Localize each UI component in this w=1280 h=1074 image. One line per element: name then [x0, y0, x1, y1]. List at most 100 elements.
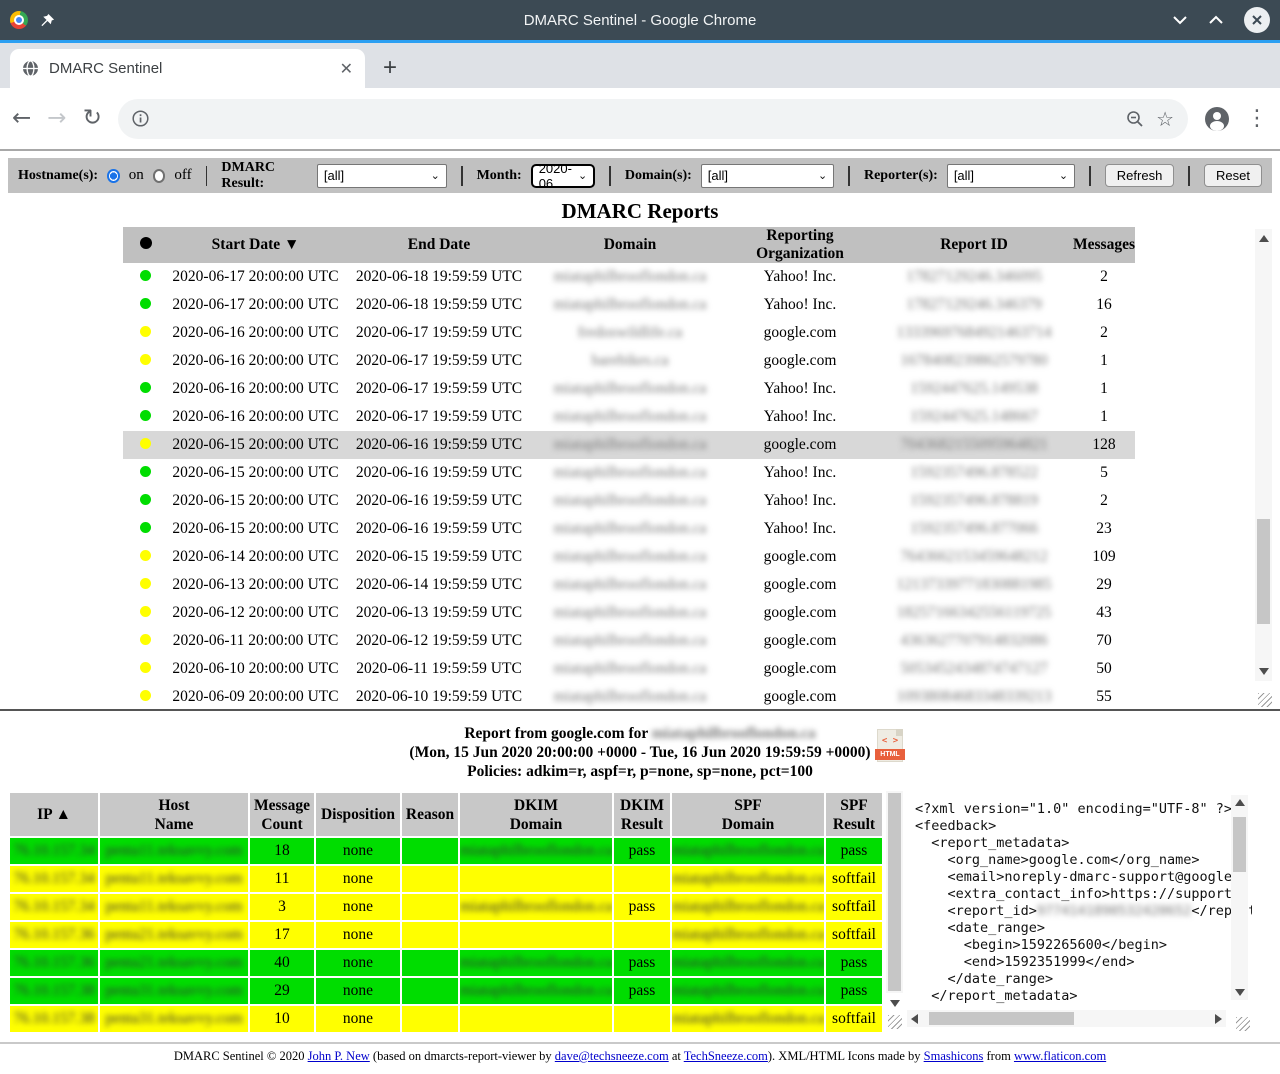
report-row[interactable]: 2020-06-14 20:00:00 UTC2020-06-15 19:59:…	[123, 543, 1135, 571]
footer-link[interactable]: dave@techsneeze.com	[555, 1049, 669, 1063]
tab-dmarc-sentinel[interactable]: DMARC Sentinel ✕	[10, 49, 365, 88]
xml-vscroll-thumb[interactable]	[1233, 817, 1246, 872]
messages-cell: 2	[1073, 263, 1135, 291]
detail-column-header[interactable]: Reason	[402, 793, 458, 836]
detail-column-header[interactable]: HostName	[100, 793, 248, 836]
report-row[interactable]: 2020-06-09 20:00:00 UTC2020-06-10 19:59:…	[123, 683, 1135, 711]
close-window-button[interactable]	[1244, 7, 1270, 33]
url-input[interactable]	[161, 110, 1114, 127]
footer-link[interactable]: www.flaticon.com	[1014, 1049, 1106, 1063]
reports-column-header[interactable]: Reporting Organization	[725, 227, 875, 263]
back-icon[interactable]: ←	[12, 107, 31, 130]
domain-cell: fredoswildlife.ca	[535, 319, 725, 347]
end-date-cell: 2020-06-16 19:59:59 UTC	[343, 487, 535, 515]
detail-column-header[interactable]: MessageCount	[250, 793, 314, 836]
hostnames-on-radio[interactable]	[107, 169, 120, 183]
report-row[interactable]: 2020-06-16 20:00:00 UTC2020-06-17 19:59:…	[123, 319, 1135, 347]
report-row[interactable]: 2020-06-13 20:00:00 UTC2020-06-14 19:59:…	[123, 571, 1135, 599]
detail-count-cell: 17	[250, 922, 314, 948]
detail-disposition-cell: none	[316, 894, 400, 920]
scroll-down-icon[interactable]	[1259, 668, 1269, 675]
report-row[interactable]: 2020-06-15 20:00:00 UTC2020-06-16 19:59:…	[123, 515, 1135, 543]
status-dot	[140, 298, 151, 309]
start-date-cell: 2020-06-12 20:00:00 UTC	[168, 599, 343, 627]
status-dot	[140, 382, 151, 393]
reports-scrollbar-thumb[interactable]	[1257, 519, 1270, 624]
org-cell: google.com	[725, 683, 875, 711]
month-select[interactable]: 2020-06 ⌄	[531, 164, 595, 188]
reports-column-header[interactable]: Domain	[535, 227, 725, 263]
scroll-up-icon[interactable]	[1235, 799, 1245, 806]
report-row[interactable]: 2020-06-15 20:00:00 UTC2020-06-16 19:59:…	[123, 431, 1135, 459]
detail-column-header[interactable]: SPFDomain	[672, 793, 824, 836]
report-row[interactable]: 2020-06-17 20:00:00 UTC2020-06-18 19:59:…	[123, 291, 1135, 319]
refresh-button[interactable]: Refresh	[1105, 164, 1175, 187]
scroll-down-icon[interactable]	[1235, 989, 1245, 996]
page-fold	[896, 729, 903, 736]
address-bar[interactable]: ☆	[118, 99, 1188, 139]
messages-cell: 128	[1073, 431, 1135, 459]
hostnames-off-radio[interactable]	[153, 169, 166, 183]
reports-scrollbar[interactable]	[1255, 229, 1272, 681]
profile-avatar-icon[interactable]	[1204, 106, 1230, 132]
html-file-icon[interactable]: < > HTML	[877, 729, 903, 762]
xml-resize-grip[interactable]	[1236, 1017, 1250, 1031]
detail-reason-cell	[402, 894, 458, 920]
new-tab-button[interactable]: +	[383, 54, 397, 82]
forward-icon[interactable]: →	[47, 107, 66, 130]
reload-icon[interactable]: ↻	[83, 107, 102, 130]
status-dot	[140, 494, 151, 505]
report-row[interactable]: 2020-06-12 20:00:00 UTC2020-06-13 19:59:…	[123, 599, 1135, 627]
detail-column-header[interactable]: IP ▲	[10, 793, 98, 836]
reporters-select[interactable]: [all] ⌄	[947, 164, 1075, 188]
report-row[interactable]: 2020-06-10 20:00:00 UTC2020-06-11 19:59:…	[123, 655, 1135, 683]
detail-scrollbar-thumb[interactable]	[888, 793, 901, 991]
detail-ip-cell: 76.10.157.34	[10, 894, 98, 920]
reports-column-header[interactable]	[123, 227, 168, 263]
domains-select[interactable]: [all] ⌄	[701, 164, 834, 188]
report-row[interactable]: 2020-06-16 20:00:00 UTC2020-06-17 19:59:…	[123, 403, 1135, 431]
xml-horizontal-scrollbar[interactable]	[907, 1010, 1226, 1027]
detail-resize-grip[interactable]	[888, 1015, 902, 1029]
minimize-button[interactable]	[1172, 15, 1188, 25]
footer-link[interactable]: Smashicons	[924, 1049, 984, 1063]
detail-column-header[interactable]: SPFResult	[826, 793, 882, 836]
bookmark-star-icon[interactable]: ☆	[1156, 107, 1174, 131]
zoom-out-icon[interactable]	[1126, 110, 1144, 128]
xml-vertical-scrollbar[interactable]	[1231, 795, 1248, 1000]
reset-button[interactable]: Reset	[1204, 164, 1262, 187]
detail-spf_domain-cell: miataphilbrooflondon.ca	[672, 1006, 824, 1032]
dmarc-result-select[interactable]: [all] ⌄	[317, 164, 447, 188]
detail-column-header[interactable]: Disposition	[316, 793, 400, 836]
detail-column-header[interactable]: DKIMResult	[614, 793, 670, 836]
reports-column-header[interactable]: End Date	[343, 227, 535, 263]
site-info-icon[interactable]	[132, 110, 149, 127]
report-row[interactable]: 2020-06-11 20:00:00 UTC2020-06-12 19:59:…	[123, 627, 1135, 655]
detail-scrollbar[interactable]	[886, 791, 903, 1033]
reports-resize-grip[interactable]	[1258, 693, 1272, 707]
xml-line: <?xml version="1.0" encoding="UTF-8" ?>	[915, 801, 1228, 818]
report-row[interactable]: 2020-06-15 20:00:00 UTC2020-06-16 19:59:…	[123, 459, 1135, 487]
reports-column-header[interactable]: Messages	[1073, 227, 1135, 263]
start-date-cell: 2020-06-15 20:00:00 UTC	[168, 431, 343, 459]
menu-kebab-icon[interactable]: ⋮	[1246, 106, 1268, 131]
reports-column-header[interactable]: Start Date ▼	[168, 227, 343, 263]
detail-column-header[interactable]: DKIMDomain	[460, 793, 612, 836]
report-row[interactable]: 2020-06-17 20:00:00 UTC2020-06-18 19:59:…	[123, 263, 1135, 291]
detail-dkim_domain-cell	[460, 1006, 612, 1032]
scroll-right-icon[interactable]	[1215, 1014, 1222, 1024]
reports-column-header[interactable]: Report ID	[875, 227, 1073, 263]
xml-hscroll-thumb[interactable]	[929, 1012, 1074, 1025]
scroll-left-icon[interactable]	[911, 1014, 918, 1024]
tab-close-icon[interactable]: ✕	[340, 59, 353, 79]
maximize-button[interactable]	[1208, 15, 1224, 25]
footer-link[interactable]: John P. New	[308, 1049, 370, 1063]
report-row[interactable]: 2020-06-15 20:00:00 UTC2020-06-16 19:59:…	[123, 487, 1135, 515]
report-row[interactable]: 2020-06-16 20:00:00 UTC2020-06-17 19:59:…	[123, 375, 1135, 403]
report-row[interactable]: 2020-06-16 20:00:00 UTC2020-06-17 19:59:…	[123, 347, 1135, 375]
scroll-down-icon[interactable]	[890, 1000, 900, 1007]
window-title: DMARC Sentinel - Google Chrome	[0, 12, 1280, 29]
scroll-up-icon[interactable]	[1259, 235, 1269, 242]
org-cell: google.com	[725, 627, 875, 655]
footer-link[interactable]: TechSneeze.com	[684, 1049, 768, 1063]
